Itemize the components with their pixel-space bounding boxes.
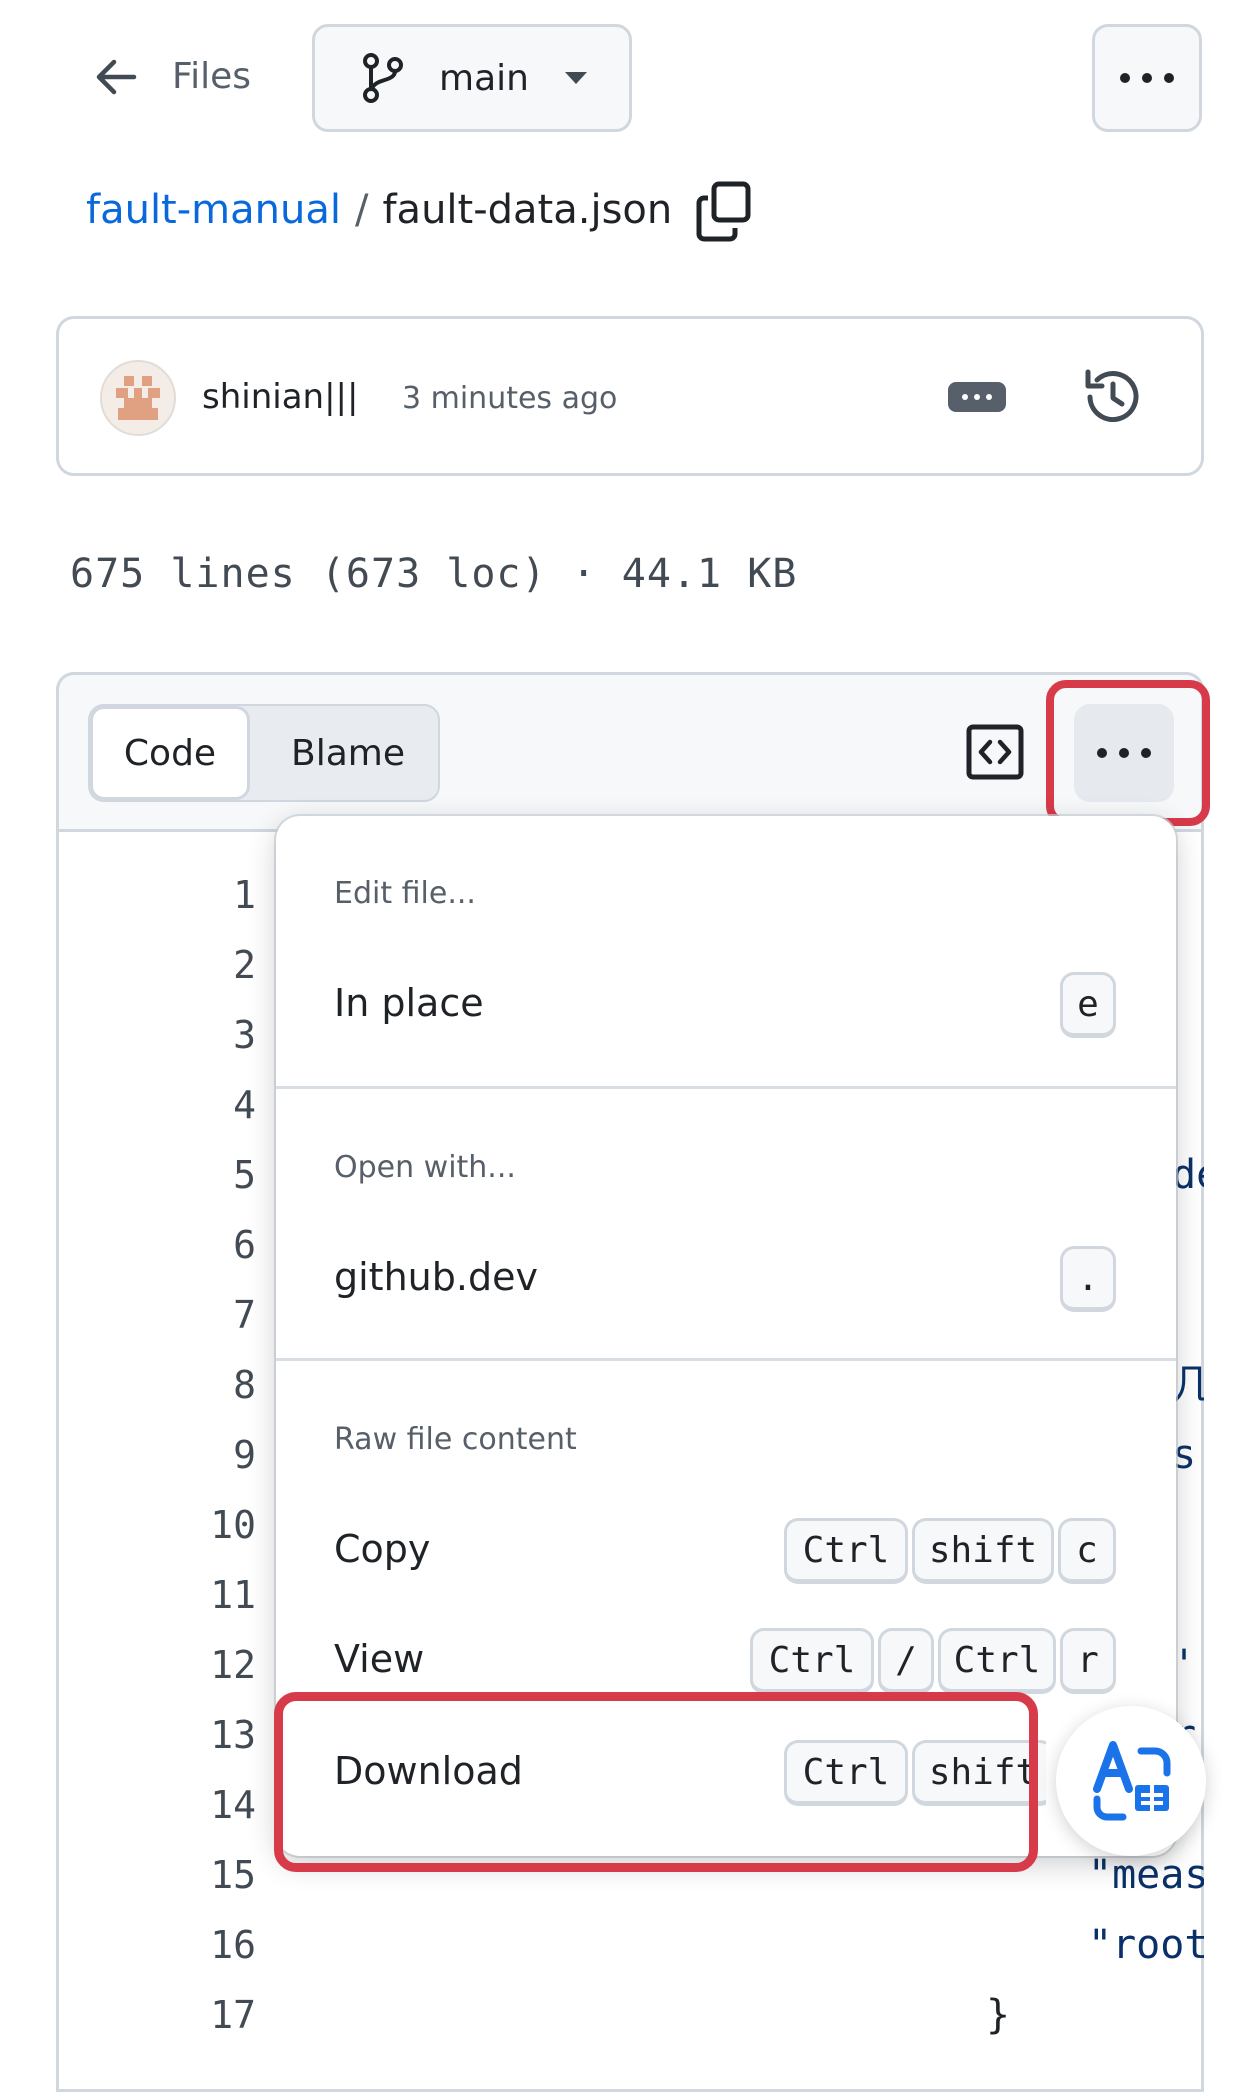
line-number[interactable]: 1	[196, 868, 256, 922]
caret-down-icon	[564, 72, 587, 84]
menu-heading-open-with: Open with...	[334, 1150, 516, 1185]
line-number[interactable]: 5	[196, 1148, 256, 1202]
git-branch-icon	[363, 53, 403, 103]
line-number[interactable]: 16	[196, 1918, 256, 1972]
translate-button[interactable]	[1056, 1706, 1206, 1856]
commit-author[interactable]: shinian|||	[202, 372, 358, 422]
highlight-box-download	[274, 1692, 1038, 1872]
shortcut-key: shift	[912, 1518, 1054, 1584]
files-link[interactable]: Files	[172, 52, 251, 102]
shortcut-key: /	[878, 1628, 934, 1694]
shortcut-key: c	[1058, 1518, 1116, 1584]
line-number[interactable]: 8	[196, 1358, 256, 1412]
line-number[interactable]: 14	[196, 1778, 256, 1832]
history-icon	[1085, 369, 1139, 423]
breadcrumb-repo-link[interactable]: fault-manual	[86, 182, 341, 238]
back-button[interactable]	[86, 52, 146, 102]
commit-time: 3 minutes ago	[402, 381, 618, 416]
history-button[interactable]	[1080, 364, 1146, 430]
line-number[interactable]: 4	[196, 1078, 256, 1132]
menu-heading-raw: Raw file content	[334, 1422, 577, 1457]
code-fragment: "meas	[1088, 1852, 1204, 1898]
copy-icon	[696, 181, 751, 242]
shortcut-key: e	[1060, 972, 1116, 1038]
menu-divider	[276, 1358, 1176, 1361]
commit-message-toggle[interactable]	[948, 382, 1006, 412]
symbols-button[interactable]	[966, 724, 1024, 780]
shortcut-key: Ctrl	[938, 1628, 1056, 1694]
copy-path-button[interactable]	[694, 180, 754, 244]
branch-selector[interactable]: main	[312, 24, 632, 132]
menu-item-github-dev[interactable]: github.dev	[334, 1250, 538, 1304]
avatar-identicon	[116, 376, 160, 420]
menu-divider	[276, 1086, 1176, 1089]
menu-heading-edit: Edit file...	[334, 876, 476, 911]
code-fragment: ':	[1172, 1642, 1204, 1688]
kebab-horizontal-icon	[1120, 73, 1174, 83]
breadcrumb-separator: /	[354, 187, 369, 233]
line-number[interactable]: 2	[196, 938, 256, 992]
code-fragment: 几	[1172, 1362, 1204, 1408]
tab-blame[interactable]: Blame	[258, 706, 438, 800]
breadcrumb: fault-manual / fault-data.json	[86, 182, 672, 238]
line-number[interactable]: 12	[196, 1638, 256, 1692]
code-edge-clip-lower: "meas "root	[1086, 1840, 1204, 1980]
code-fragment: "root	[1088, 1922, 1204, 1968]
line-number[interactable]: 15	[196, 1848, 256, 1902]
menu-item-view[interactable]: View	[334, 1632, 424, 1686]
translate-icon	[1093, 1741, 1171, 1821]
code-fragment: }	[986, 1992, 1011, 2038]
menu-item-in-place[interactable]: In place	[334, 976, 484, 1030]
file-stats: 675 lines (673 loc) · 44.1 KB	[70, 551, 798, 597]
arrow-left-icon	[96, 59, 137, 95]
line-number[interactable]: 17	[196, 1988, 256, 2042]
shortcut-key: Ctrl	[784, 1518, 908, 1584]
tab-code[interactable]: Code	[90, 706, 250, 800]
line-number[interactable]: 10	[196, 1498, 256, 1552]
breadcrumb-file-name: fault-data.json	[382, 187, 673, 233]
branch-name: main	[439, 57, 529, 99]
line-number[interactable]: 6	[196, 1218, 256, 1272]
shortcut-key: r	[1060, 1628, 1116, 1694]
menu-item-copy[interactable]: Copy	[334, 1522, 430, 1576]
line-number[interactable]: 9	[196, 1428, 256, 1482]
line-number[interactable]: 13	[196, 1708, 256, 1762]
code-square-icon	[966, 724, 1024, 780]
shortcut-key: .	[1060, 1246, 1116, 1312]
line-number[interactable]: 3	[196, 1008, 256, 1062]
avatar[interactable]	[100, 360, 176, 436]
code-fragment: de	[1172, 1152, 1204, 1198]
line-number[interactable]: 11	[196, 1568, 256, 1622]
shortcut-key: Ctrl	[750, 1628, 874, 1694]
line-number[interactable]: 7	[196, 1288, 256, 1342]
